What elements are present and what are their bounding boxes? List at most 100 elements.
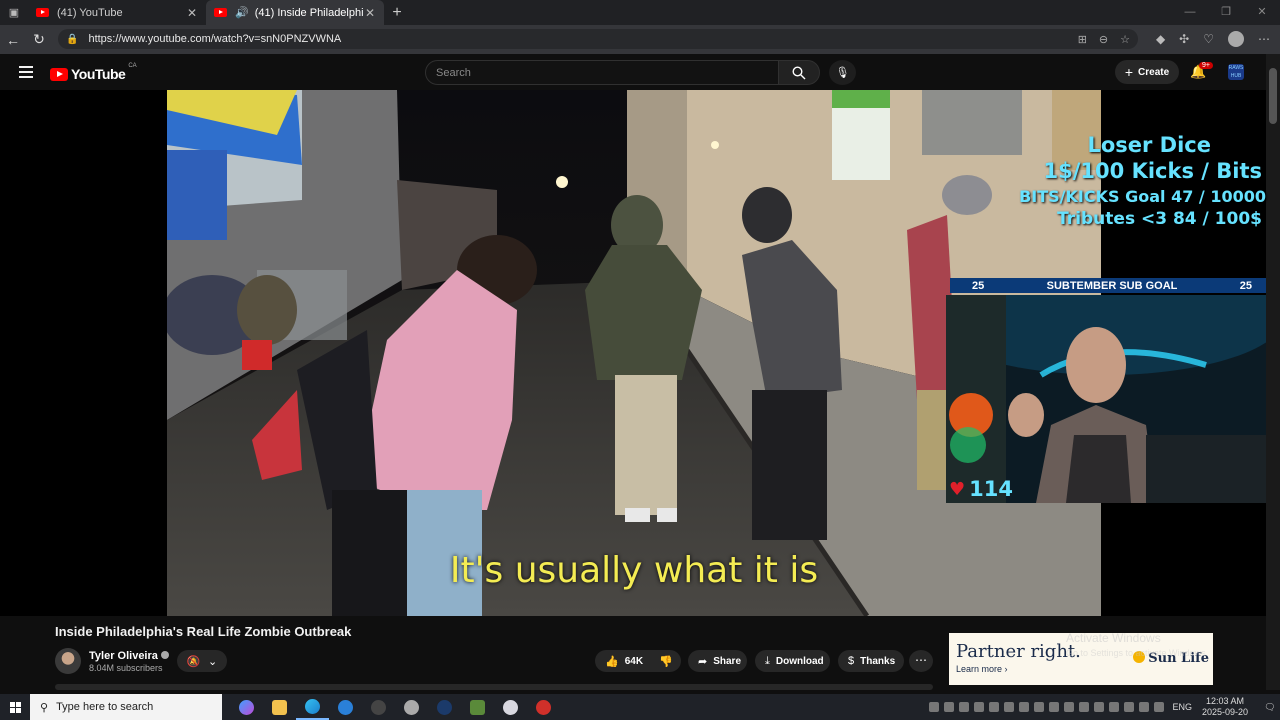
account-avatar[interactable]: RAWS HUB (1228, 64, 1244, 80)
video-caption: It's usually what it is (449, 550, 819, 591)
taskbar-search-placeholder: Type here to search (56, 701, 154, 713)
menu-hamburger-icon[interactable] (19, 66, 33, 81)
ad-headline: Partner right. (956, 641, 1081, 662)
language-indicator[interactable]: ENG (1172, 702, 1192, 712)
app-icon-red[interactable] (527, 694, 560, 720)
settings-gear-icon[interactable] (395, 694, 428, 720)
video-player[interactable]: It's usually what it is Loser Dice 1$/10… (0, 90, 1266, 616)
notification-center-icon[interactable]: 🗨 (1260, 702, 1280, 713)
create-label: Create (1138, 66, 1170, 78)
heart-icon: ♥ (949, 478, 966, 500)
search-button[interactable] (778, 60, 820, 85)
file-explorer-icon[interactable] (263, 694, 296, 720)
tray-icon[interactable] (1004, 702, 1015, 712)
scrollbar-thumb[interactable] (1269, 68, 1277, 124)
share-label: Share (713, 655, 742, 667)
tray-icon[interactable] (974, 702, 985, 712)
minecraft-icon[interactable] (461, 694, 494, 720)
ad-learn-more-link[interactable]: Learn more › (956, 664, 1008, 674)
clock[interactable]: 12:03 AM 2025-09-20 (1202, 696, 1248, 718)
tray-icon[interactable] (989, 702, 1000, 712)
app-icon-blue[interactable] (329, 694, 362, 720)
tab-video[interactable]: 🔊 (41) Inside Philadelphia's Re ✕ (206, 0, 384, 25)
tray-icon[interactable] (959, 702, 970, 712)
system-tray: ENG 12:03 AM 2025-09-20 🗨 (929, 694, 1280, 720)
like-count[interactable]: 64K (625, 656, 643, 667)
search-input[interactable] (436, 66, 778, 79)
country-code: CA (128, 63, 137, 69)
tray-icon[interactable] (1079, 702, 1090, 712)
window-controls: — ❐ ✕ (1172, 0, 1280, 25)
close-window-icon[interactable]: ✕ (1244, 0, 1280, 25)
description-box-edge (55, 684, 933, 690)
tab-title: (41) YouTube (57, 6, 123, 19)
address-bar[interactable]: 🔒 https://www.youtube.com/watch?v=snN0PN… (58, 29, 1138, 49)
wifi-icon[interactable] (1139, 702, 1150, 712)
tab-close-icon[interactable]: ✕ (364, 6, 376, 20)
edge-browser-icon[interactable] (296, 694, 329, 720)
tray-icon[interactable] (1124, 702, 1135, 712)
overlay-bits-goal: BITS/KICKS Goal 47 / 10000 (1019, 187, 1266, 206)
voice-search-mic-icon[interactable]: 🎙 (829, 60, 856, 85)
tray-icon[interactable] (1094, 702, 1105, 712)
share-arrow-icon: ➦ (698, 655, 708, 668)
tray-icon[interactable] (1064, 702, 1075, 712)
youtube-logo[interactable]: YouTube CA (50, 63, 137, 82)
tray-icon[interactable] (944, 702, 955, 712)
chevron-down-icon: ⌄ (208, 655, 218, 668)
refresh-icon[interactable]: ↻ (26, 31, 52, 48)
share-button[interactable]: ➦ Share (688, 650, 747, 672)
extension-icon[interactable]: ◆ (1156, 32, 1165, 46)
maximize-icon[interactable]: ❐ (1208, 0, 1244, 25)
more-actions-icon[interactable]: ⋯ (909, 650, 933, 672)
audio-playing-icon[interactable]: 🔊 (235, 6, 249, 19)
dislike-thumb-icon[interactable]: 👎 (659, 655, 673, 668)
volume-icon[interactable] (1154, 702, 1165, 712)
heart-count: 114 (969, 477, 1013, 501)
page-scrollbar[interactable] (1266, 54, 1280, 690)
tab-close-icon[interactable]: ✕ (186, 6, 198, 20)
tab-actions-icon[interactable]: ▣ (0, 0, 28, 25)
tray-icon[interactable] (1109, 702, 1120, 712)
minimize-icon[interactable]: — (1172, 0, 1208, 25)
lock-icon[interactable]: 🔒 (66, 34, 78, 45)
stream-overlay: Loser Dice 1$/100 Kicks / Bits BITS/KICK… (946, 133, 1266, 503)
create-button[interactable]: + Create (1115, 60, 1179, 84)
copilot-app-icon[interactable] (230, 694, 263, 720)
settings-more-icon[interactable]: ⋯ (1258, 32, 1270, 46)
channel-avatar[interactable] (55, 648, 81, 674)
extensions-puzzle-icon[interactable]: ✣ (1179, 32, 1189, 46)
tray-icon[interactable] (1034, 702, 1045, 712)
download-button[interactable]: ⤓ Download (755, 650, 830, 672)
subscribed-bell-button[interactable]: 🔕 ⌄ (177, 650, 227, 672)
tray-icon[interactable] (1049, 702, 1060, 712)
windows-taskbar: ⚲ Type here to search ENG 12:03 AM 2025-… (0, 694, 1280, 720)
steam-icon[interactable] (428, 694, 461, 720)
app-icon-light[interactable] (494, 694, 527, 720)
channel-name-text: Tyler Oliveira (89, 650, 158, 662)
taskbar-search[interactable]: ⚲ Type here to search (30, 694, 222, 720)
search-box[interactable] (425, 60, 779, 85)
new-tab-button[interactable]: + (384, 4, 410, 22)
favorite-star-icon[interactable]: ☆ (1120, 33, 1130, 46)
plus-icon: + (1124, 64, 1134, 80)
browser-tab-bar: ▣ (41) YouTube ✕ 🔊 (41) Inside Philadelp… (0, 0, 1280, 25)
download-icon: ⤓ (765, 654, 770, 667)
thanks-button[interactable]: $ Thanks (838, 650, 904, 672)
browser-essentials-icon[interactable]: ♡ (1203, 32, 1214, 46)
activate-windows-watermark: Activate Windows (1066, 631, 1161, 645)
back-icon[interactable]: ← (0, 32, 26, 48)
sub-goal-right-count: 25 (1239, 279, 1252, 292)
tray-icon[interactable] (1019, 702, 1030, 712)
channel-name[interactable]: Tyler Oliveira (89, 650, 169, 662)
zoom-icon[interactable]: ⊖ (1099, 33, 1108, 46)
tab-youtube[interactable]: (41) YouTube ✕ (28, 0, 206, 25)
download-label: Download (775, 655, 824, 667)
profile-avatar[interactable] (1228, 31, 1244, 47)
clock-date: 2025-09-20 (1201, 707, 1248, 717)
tray-icon[interactable] (929, 702, 940, 712)
start-button[interactable] (0, 694, 30, 720)
app-icon-dark[interactable] (362, 694, 395, 720)
like-thumb-icon[interactable]: 👍 (605, 655, 619, 668)
app-available-icon[interactable]: ⊞ (1078, 33, 1087, 46)
